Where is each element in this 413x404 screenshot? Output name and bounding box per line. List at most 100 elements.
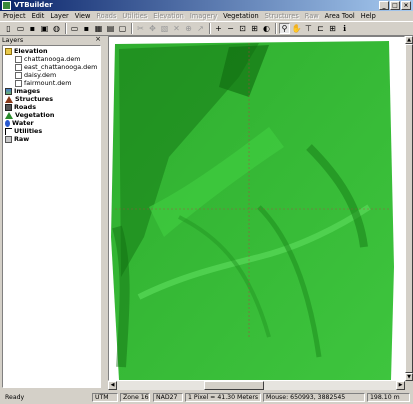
- layer-label: Utilities: [14, 127, 43, 135]
- zoom-layer-icon[interactable]: ⊞: [249, 23, 260, 34]
- app-icon: [2, 1, 11, 10]
- status-ready: Ready: [5, 394, 25, 401]
- zoom-out-icon[interactable]: −: [225, 23, 236, 34]
- panel-splitter[interactable]: [103, 36, 107, 390]
- horizontal-scrollbar[interactable]: ◀ ▶: [108, 381, 405, 390]
- distance-icon[interactable]: ⊕: [183, 23, 194, 34]
- pan-icon[interactable]: ✋: [291, 23, 302, 34]
- status-zone: Zone 16: [120, 393, 150, 402]
- box-select-icon[interactable]: ▧: [159, 23, 170, 34]
- layer-item[interactable]: chattanooga.dem: [15, 55, 81, 63]
- layer-group-structures[interactable]: Structures: [5, 95, 53, 103]
- horizontal-scroll-thumb[interactable]: [204, 381, 264, 390]
- scroll-left-button[interactable]: ◀: [108, 381, 117, 390]
- layer-tree[interactable]: Elevation chattanooga.dem east_chattanooga…: [2, 45, 101, 388]
- close-button[interactable]: ×: [401, 1, 411, 10]
- layer-item[interactable]: fairmount.dem: [15, 79, 71, 87]
- cross-icon[interactable]: ✕: [171, 23, 182, 34]
- status-datum: NAD27: [153, 393, 183, 402]
- menu-raw[interactable]: Raw: [305, 11, 319, 21]
- terrain-map[interactable]: [109, 37, 404, 380]
- menu-edit[interactable]: Edit: [32, 11, 45, 21]
- menu-utilities[interactable]: Utilities: [122, 11, 147, 21]
- minimize-button[interactable]: _: [379, 1, 389, 10]
- menu-roads[interactable]: Roads: [96, 11, 116, 21]
- layer-up-icon[interactable]: ▢: [117, 23, 128, 34]
- terrain-view[interactable]: [108, 36, 405, 381]
- roads-icon: [5, 103, 12, 111]
- magnify-icon[interactable]: ⚲: [279, 23, 290, 34]
- info-icon[interactable]: ℹ: [339, 23, 350, 34]
- globe-icon[interactable]: ◍: [51, 23, 62, 34]
- zoom-all-icon[interactable]: ⊡: [237, 23, 248, 34]
- menu-area-tool[interactable]: Area Tool: [325, 11, 355, 21]
- toolbar-separator: [65, 23, 67, 34]
- save-project-icon[interactable]: ▪: [27, 23, 38, 34]
- layer-save-icon[interactable]: ▪: [81, 23, 92, 34]
- layer-item[interactable]: east_chattanooga.dem: [15, 63, 97, 71]
- vertical-scrollbar[interactable]: ▲ ▼: [405, 36, 413, 381]
- layer-group-water[interactable]: Water: [5, 119, 34, 127]
- menu-structures[interactable]: Structures: [265, 11, 299, 21]
- scroll-right-button[interactable]: ▶: [396, 381, 405, 390]
- layer-label: fairmount.dem: [24, 79, 72, 87]
- layer-group-elevation[interactable]: Elevation: [5, 47, 48, 55]
- layer-label: Elevation: [14, 47, 48, 55]
- scroll-down-button[interactable]: ▼: [405, 373, 413, 381]
- toolbar: ▯ ▭ ▪ ▣ ◍ ▭ ▪ ▦ ▤ ▢ ✂ ✥ ▧ ✕ ⊕ ↗ + − ⊡ ⊞ ◐ ⚲ ✋ ⊤ ⊏ ⊞ ℹ: [0, 21, 413, 36]
- layer-import-icon[interactable]: ▦: [93, 23, 104, 34]
- menu-project[interactable]: Project: [3, 11, 26, 21]
- status-scale: 1 Pixel = 41.30 Meters: [185, 393, 261, 402]
- layer-item[interactable]: daisy.dem: [15, 71, 56, 79]
- layer-group-raw[interactable]: Raw: [5, 135, 29, 143]
- status-elevation: 198.10 m: [367, 393, 410, 402]
- layer-show-icon[interactable]: ▤: [105, 23, 116, 34]
- layer-group-utilities[interactable]: Utilities: [5, 127, 42, 135]
- vertical-scroll-thumb[interactable]: [405, 44, 413, 373]
- layer-label: Raw: [14, 135, 30, 143]
- layer-group-images[interactable]: Images: [5, 87, 40, 95]
- app-title: VTBuilder: [14, 1, 53, 9]
- toolbar-separator: [209, 23, 211, 34]
- status-bar: Ready UTM Zone 16 NAD27 1 Pixel = 41.30 …: [0, 391, 413, 404]
- zoom-in-icon[interactable]: +: [213, 23, 224, 34]
- layers-close-icon[interactable]: ×: [95, 36, 101, 43]
- file-icon: [15, 55, 22, 63]
- toolbar-separator: [275, 23, 277, 34]
- arrow-icon[interactable]: ↗: [195, 23, 206, 34]
- menu-view[interactable]: View: [75, 11, 91, 21]
- new-project-icon[interactable]: ▯: [3, 23, 14, 34]
- utilities-icon: [5, 127, 12, 135]
- menu-imagery[interactable]: Imagery: [190, 11, 217, 21]
- shade-icon[interactable]: ◐: [261, 23, 272, 34]
- layer-label: chattanooga.dem: [24, 55, 81, 63]
- file-icon: [15, 63, 22, 71]
- menu-vegetation[interactable]: Vegetation: [223, 11, 259, 21]
- window-controls: _ □ ×: [379, 1, 411, 10]
- properties-icon[interactable]: ▣: [39, 23, 50, 34]
- menu-layer[interactable]: Layer: [50, 11, 68, 21]
- raw-icon: [5, 135, 12, 143]
- layer-group-vegetation[interactable]: Vegetation: [5, 111, 54, 119]
- layers-panel: Layers × Elevation chattanooga.dem east_ch…: [0, 36, 103, 390]
- structures-icon: [5, 95, 13, 103]
- layer-open-icon[interactable]: ▭: [69, 23, 80, 34]
- grid-icon[interactable]: ⊞: [327, 23, 338, 34]
- toolbar-separator: [131, 23, 133, 34]
- layer-group-roads[interactable]: Roads: [5, 103, 36, 111]
- layer-label: east_chattanooga.dem: [24, 63, 98, 71]
- layer-label: Roads: [14, 103, 37, 111]
- measure-icon[interactable]: ⊤: [303, 23, 314, 34]
- profile-icon[interactable]: ⊏: [315, 23, 326, 34]
- water-icon: [5, 119, 10, 127]
- cut-icon[interactable]: ✂: [135, 23, 146, 34]
- title-bar: VTBuilder _ □ ×: [0, 0, 413, 11]
- select-icon[interactable]: ✥: [147, 23, 158, 34]
- maximize-button[interactable]: □: [390, 1, 400, 10]
- menu-elevation[interactable]: Elevation: [153, 11, 184, 21]
- scroll-up-button[interactable]: ▲: [405, 36, 413, 44]
- vegetation-icon: [5, 111, 13, 119]
- menu-help[interactable]: Help: [361, 11, 376, 21]
- images-icon: [5, 87, 12, 95]
- open-project-icon[interactable]: ▭: [15, 23, 26, 34]
